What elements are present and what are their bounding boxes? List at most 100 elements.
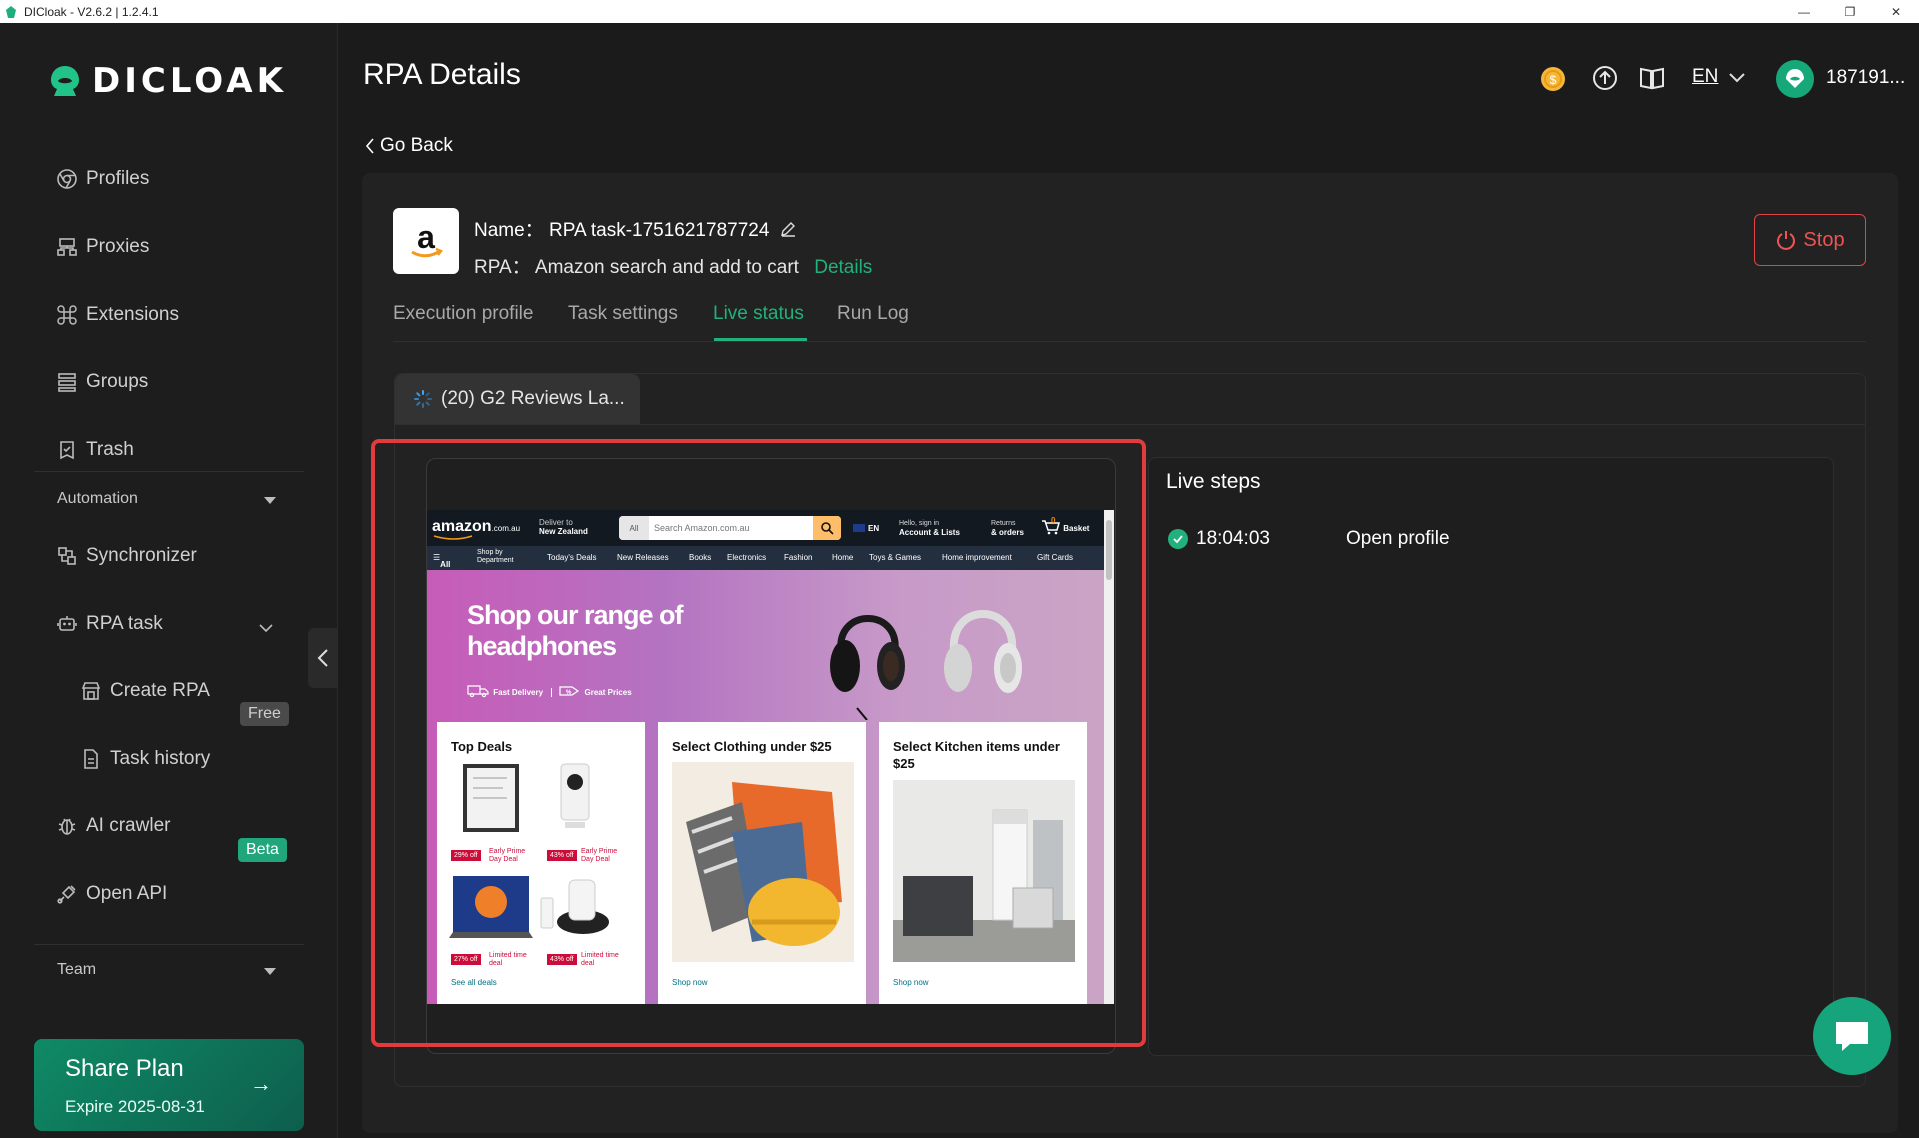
close-window-button[interactable]: ✕ bbox=[1873, 0, 1919, 23]
bug-icon bbox=[58, 818, 76, 835]
sidebar: DICLOAK Profiles Proxies Extensions Grou… bbox=[0, 23, 338, 1138]
tabs-divider bbox=[393, 341, 1866, 342]
sidebar-item-rpa-task[interactable]: RPA task bbox=[56, 606, 163, 642]
command-icon bbox=[57, 305, 77, 325]
check-circle-icon bbox=[1168, 529, 1188, 549]
user-id[interactable]: 187191... bbox=[1826, 67, 1905, 89]
rpa-name: Amazon search and add to cart bbox=[534, 257, 799, 278]
groups-icon bbox=[58, 373, 76, 392]
free-badge: Free bbox=[240, 702, 289, 726]
sidebar-item-label: Create RPA bbox=[110, 680, 210, 701]
window-titlebar: DICloak - V2.6.2 | 1.2.4.1 — ❐ ✕ bbox=[0, 0, 1919, 23]
caret-down-icon[interactable] bbox=[264, 968, 276, 975]
brand-logo[interactable]: DICLOAK bbox=[48, 61, 287, 101]
amazon-logo: a bbox=[393, 208, 459, 274]
window-title: DICloak - V2.6.2 | 1.2.4.1 bbox=[24, 4, 159, 19]
profile-tab-divider bbox=[395, 424, 1866, 425]
api-plug-icon bbox=[57, 885, 76, 904]
power-icon bbox=[1777, 231, 1796, 250]
go-back-link[interactable]: Go Back bbox=[364, 135, 453, 157]
share-plan-card[interactable]: Share Plan Expire 2025-08-31 → bbox=[34, 1039, 304, 1131]
section-team[interactable]: Team bbox=[57, 961, 96, 979]
sidebar-item-label: RPA task bbox=[86, 613, 163, 634]
tab-execution-profile[interactable]: Execution profile bbox=[393, 303, 533, 325]
svg-text:$: $ bbox=[1550, 73, 1557, 87]
store-icon bbox=[81, 682, 101, 700]
app-logo-icon bbox=[6, 5, 16, 18]
coin-icon[interactable]: $ bbox=[1538, 63, 1568, 93]
brand-name: DICLOAK bbox=[92, 61, 287, 101]
sidebar-item-open-api[interactable]: Open API bbox=[56, 876, 167, 912]
sidebar-item-label: Trash bbox=[86, 439, 134, 460]
collapse-sidebar-button[interactable] bbox=[308, 628, 338, 688]
dicloak-logo-icon bbox=[51, 66, 79, 96]
task-name-row: Name： RPA task-1751621787724 bbox=[474, 215, 797, 242]
chevron-down-icon[interactable] bbox=[258, 623, 274, 633]
highlight-annotation-box bbox=[371, 439, 1146, 1047]
name-label: Name： bbox=[474, 220, 544, 241]
user-avatar-icon bbox=[1786, 69, 1804, 88]
tab-run-log[interactable]: Run Log bbox=[837, 303, 909, 325]
sidebar-item-synchronizer[interactable]: Synchronizer bbox=[56, 538, 197, 574]
language-selector[interactable]: EN bbox=[1692, 66, 1718, 88]
document-icon bbox=[84, 749, 98, 769]
sidebar-item-trash[interactable]: Trash bbox=[56, 432, 134, 468]
plan-expiry: Expire 2025-08-31 bbox=[65, 1097, 205, 1116]
sidebar-item-groups[interactable]: Groups bbox=[56, 364, 148, 400]
sidebar-item-label: Profiles bbox=[86, 168, 150, 189]
live-step-item: 18:04:03 Open profile bbox=[1168, 528, 1450, 550]
tab-live-status[interactable]: Live status bbox=[713, 303, 804, 325]
sidebar-divider bbox=[34, 471, 304, 472]
book-icon[interactable] bbox=[1637, 63, 1667, 93]
stop-button[interactable]: Stop bbox=[1754, 214, 1866, 266]
step-action: Open profile bbox=[1346, 528, 1450, 549]
sidebar-item-label: Open API bbox=[86, 883, 168, 904]
chat-support-button[interactable] bbox=[1813, 997, 1891, 1075]
trash-icon bbox=[60, 441, 74, 460]
rpa-type-row: RPA： Amazon search and add to cart Detai… bbox=[474, 252, 872, 279]
stop-label: Stop bbox=[1803, 228, 1845, 251]
sidebar-item-label: Extensions bbox=[86, 304, 179, 325]
chrome-icon bbox=[57, 169, 77, 189]
robot-icon bbox=[57, 616, 77, 631]
arrow-right-icon: → bbox=[250, 1071, 272, 1096]
loading-spinner-icon bbox=[414, 390, 432, 408]
minimize-button[interactable]: — bbox=[1781, 0, 1827, 23]
section-automation[interactable]: Automation bbox=[57, 490, 138, 508]
chevron-left-icon bbox=[365, 138, 374, 154]
edit-pencil-icon[interactable] bbox=[779, 220, 797, 238]
page-title: RPA Details bbox=[363, 58, 521, 91]
sync-icon bbox=[58, 547, 76, 565]
sidebar-item-extensions[interactable]: Extensions bbox=[56, 297, 179, 333]
tab-task-settings[interactable]: Task settings bbox=[568, 303, 678, 325]
sidebar-item-ai-crawler[interactable]: AI crawler bbox=[56, 808, 170, 844]
proxy-icon bbox=[57, 238, 77, 256]
sidebar-item-profiles[interactable]: Profiles bbox=[56, 161, 149, 197]
amazon-a-icon: a bbox=[411, 219, 443, 258]
chevron-left-icon bbox=[317, 649, 328, 667]
beta-badge: Beta bbox=[238, 838, 287, 862]
sidebar-item-create-rpa[interactable]: Create RPA bbox=[80, 673, 210, 709]
profile-tab-label: (20) G2 Reviews La... bbox=[441, 388, 625, 409]
sidebar-item-task-history[interactable]: Task history bbox=[80, 741, 210, 777]
upload-icon[interactable] bbox=[1590, 63, 1620, 93]
sidebar-item-label: Synchronizer bbox=[86, 545, 197, 566]
details-link[interactable]: Details bbox=[814, 257, 872, 278]
avatar[interactable] bbox=[1776, 60, 1814, 98]
sidebar-item-label: AI crawler bbox=[86, 815, 171, 836]
sidebar-item-label: Proxies bbox=[86, 236, 150, 257]
sidebar-item-label: Groups bbox=[86, 371, 149, 392]
live-steps-title: Live steps bbox=[1166, 470, 1261, 493]
rpa-label: RPA： bbox=[474, 257, 531, 278]
task-name: RPA task-1751621787724 bbox=[548, 220, 770, 241]
maximize-button[interactable]: ❐ bbox=[1827, 0, 1873, 23]
profile-tab[interactable]: (20) G2 Reviews La... bbox=[395, 374, 640, 424]
step-time: 18:04:03 bbox=[1196, 528, 1270, 549]
chat-bubble-icon bbox=[1836, 1022, 1868, 1051]
sidebar-item-proxies[interactable]: Proxies bbox=[56, 229, 149, 265]
caret-down-icon[interactable] bbox=[264, 497, 276, 504]
go-back-label: Go Back bbox=[380, 135, 453, 156]
share-plan-title: Share Plan bbox=[65, 1055, 184, 1082]
svg-text:a: a bbox=[417, 219, 435, 255]
chevron-down-icon[interactable] bbox=[1728, 72, 1746, 84]
